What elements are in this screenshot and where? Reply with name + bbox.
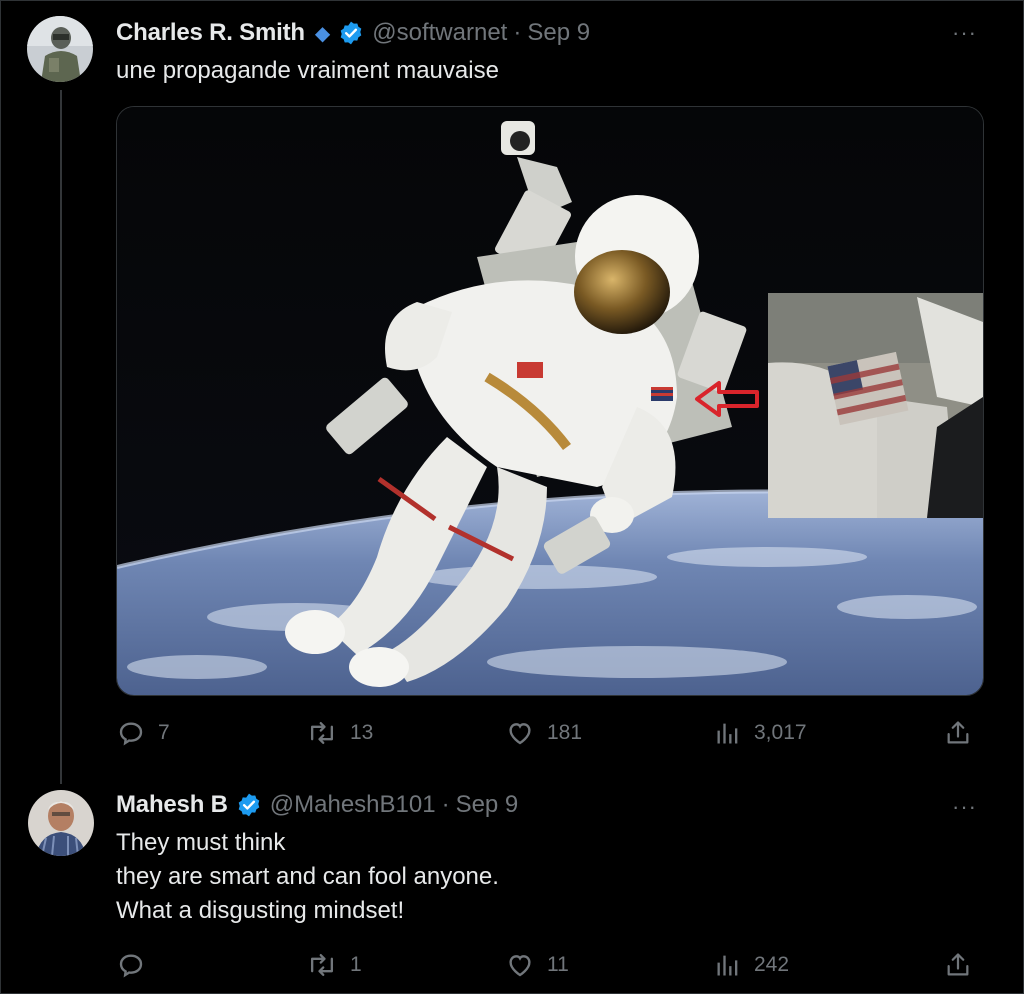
tweet-1-text: une propagande vraiment mauvaise — [116, 54, 499, 88]
views-button[interactable]: 242 — [714, 950, 789, 980]
diamond-icon: ◆ — [314, 22, 331, 45]
reply-button[interactable]: 7 — [116, 718, 170, 748]
like-button[interactable]: 181 — [505, 718, 582, 748]
tweet-1-header: Charles R. Smith ◆ @softwarnet · Sep 9 — [116, 16, 590, 50]
views-icon — [717, 955, 738, 976]
reply-button[interactable] — [116, 950, 158, 980]
reply-count: 7 — [158, 721, 170, 744]
verified-badge-icon — [338, 20, 364, 46]
tweet-2-header: Mahesh B @MaheshB101 · Sep 9 — [116, 788, 518, 822]
like-button[interactable]: 11 — [505, 950, 569, 980]
like-icon — [509, 723, 531, 745]
tweet-date[interactable]: Sep 9 — [456, 791, 519, 819]
author-handle[interactable]: @softwarnet — [372, 19, 507, 47]
tweet-text-line: What a disgusting mindset! — [116, 897, 405, 924]
tweet-text-line: they are smart and can fool anyone. — [116, 863, 499, 890]
share-button[interactable] — [944, 718, 972, 748]
retweet-button[interactable]: 1 — [306, 950, 362, 980]
reply-icon — [119, 954, 143, 978]
author-name[interactable]: Mahesh B — [116, 791, 228, 819]
like-icon — [509, 955, 531, 977]
like-count: 11 — [547, 953, 569, 976]
share-icon — [947, 721, 969, 744]
tweet-text-line: They must think — [116, 829, 286, 856]
tweet-media-image[interactable] — [116, 106, 984, 696]
views-icon — [717, 723, 738, 744]
share-icon — [947, 953, 969, 976]
separator-dot: · — [513, 19, 522, 46]
views-count: 242 — [754, 953, 790, 976]
avatar-mahesh[interactable] — [28, 790, 94, 856]
verified-badge-icon — [236, 792, 262, 818]
retweet-count: 13 — [350, 721, 374, 744]
like-count: 181 — [547, 721, 583, 744]
thread-connector-line — [60, 90, 62, 784]
tweet-2-text: They must think they are smart and can f… — [116, 826, 499, 928]
retweet-count: 1 — [350, 953, 362, 976]
tweet-date[interactable]: Sep 9 — [527, 19, 590, 47]
more-icon[interactable]: ··· — [952, 796, 977, 818]
author-handle[interactable]: @MaheshB101 — [270, 791, 436, 819]
author-name[interactable]: Charles R. Smith — [116, 19, 305, 47]
views-button[interactable]: 3,017 — [714, 718, 807, 748]
reply-icon — [119, 722, 143, 746]
views-count: 3,017 — [754, 721, 807, 744]
retweet-icon — [310, 953, 334, 977]
more-icon[interactable]: ··· — [952, 22, 977, 44]
share-button[interactable] — [944, 950, 972, 980]
separator-dot: · — [441, 791, 450, 818]
avatar-charles[interactable] — [27, 16, 93, 82]
retweet-icon — [310, 721, 334, 745]
retweet-button[interactable]: 13 — [306, 718, 373, 748]
tweet-text-line: une propagande vraiment mauvaise — [116, 57, 499, 84]
